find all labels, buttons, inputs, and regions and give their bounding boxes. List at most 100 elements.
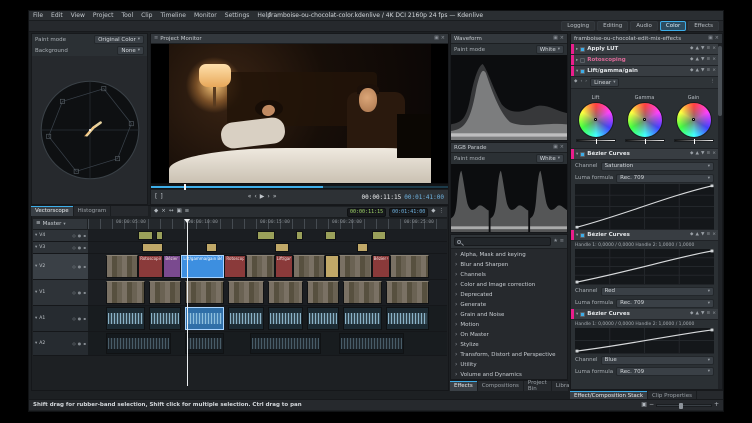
track-lane-v1[interactable] <box>88 280 447 306</box>
track-header-v2[interactable]: ▾V2◎●▪ <box>33 254 88 280</box>
effect-movedown-icon[interactable]: ▼ <box>701 58 704 63</box>
effect-moveup-icon[interactable]: ▲ <box>696 69 699 74</box>
track-target-icon[interactable]: ◎ <box>72 341 76 346</box>
curve1-channel-select[interactable]: Saturation ▾ <box>601 162 714 171</box>
effect-enable-checkbox[interactable] <box>580 47 585 52</box>
effect-delete-icon[interactable]: × <box>712 152 716 157</box>
track-header-v1[interactable]: ▾V1◎●▪ <box>33 280 88 306</box>
zone-out-icon[interactable]: ] <box>160 194 162 200</box>
prev-keyframe-icon[interactable]: ‹ <box>580 80 582 85</box>
effect-keyframes-icon[interactable]: ◆ <box>690 58 693 63</box>
workspace-editing-button[interactable]: Editing <box>597 21 628 31</box>
effect-stack-scrollbar[interactable] <box>718 44 722 389</box>
timeline-clip[interactable] <box>142 243 164 252</box>
effect-keyframes-icon[interactable]: ◆ <box>690 152 693 157</box>
track-target-icon[interactable]: ◎ <box>72 290 76 295</box>
timeline-clip[interactable] <box>268 307 304 330</box>
close-panel-icon[interactable]: × <box>560 145 564 150</box>
marker-icon[interactable]: ◆ <box>431 209 435 215</box>
frame-back-icon[interactable]: ‹ <box>254 194 256 200</box>
track-target-icon[interactable]: ◎ <box>72 264 76 269</box>
track-hide-icon[interactable]: ● <box>78 245 82 250</box>
timeline-clip[interactable] <box>268 281 304 304</box>
timeline-clip[interactable]: Rotoscoping <box>224 255 246 278</box>
track-lock-icon[interactable]: ▪ <box>83 290 86 295</box>
effect-moveup-icon[interactable]: ▲ <box>696 47 699 52</box>
effect-enable-checkbox[interactable] <box>580 152 585 157</box>
tab-vectorscope[interactable]: Vectorscope <box>31 206 74 216</box>
effects-category[interactable]: ›Color and Image correction <box>451 280 567 290</box>
timeline-clip[interactable] <box>246 255 275 278</box>
zoom-fit-icon[interactable]: ▣ <box>641 402 647 408</box>
expand-arrow-icon[interactable]: › <box>455 302 457 308</box>
curve2-channel-select[interactable]: Red ▾ <box>601 287 714 296</box>
track-lock-icon[interactable]: ▪ <box>83 245 86 250</box>
expand-arrow-icon[interactable]: › <box>455 282 457 288</box>
menu-tool[interactable]: Tool <box>117 11 137 21</box>
effects-category[interactable]: ›Deprecated <box>451 290 567 300</box>
curve2-luma-select[interactable]: Rec. 709 ▾ <box>616 299 714 308</box>
timeline-clip[interactable] <box>185 281 224 304</box>
timeline-clip[interactable] <box>106 333 171 354</box>
effect-menu-icon[interactable]: ≡ <box>706 58 710 63</box>
effect-menu-icon[interactable]: ≡ <box>706 233 710 238</box>
effect-keyframes-icon[interactable]: ◆ <box>690 47 693 52</box>
expand-arrow-icon[interactable]: › <box>455 352 457 358</box>
effect-delete-icon[interactable]: × <box>712 58 716 63</box>
spacer-tool-icon[interactable]: ↔ <box>169 209 174 215</box>
effects-category[interactable]: ›Alpha, Mask and keying <box>451 250 567 260</box>
timeline-clip[interactable] <box>185 333 224 354</box>
menu-monitor[interactable]: Monitor <box>190 11 221 21</box>
expand-arrow-icon[interactable]: › <box>455 252 457 258</box>
effects-category[interactable]: ›Grain and Noise <box>451 310 567 320</box>
collapse-arrow-icon[interactable]: ▾ <box>576 152 578 157</box>
effect-keyframes-icon[interactable]: ◆ <box>690 233 693 238</box>
track-lock-icon[interactable]: ▪ <box>83 264 86 269</box>
timeline-clip[interactable] <box>343 281 382 304</box>
keyframe-interp-select[interactable]: Linear ▾ <box>590 78 619 87</box>
timeline-clip[interactable] <box>296 231 303 240</box>
track-hide-icon[interactable]: ● <box>78 290 82 295</box>
track-target-icon[interactable]: ◎ <box>72 245 76 250</box>
track-mute-icon[interactable]: ● <box>78 316 82 321</box>
tab-effects[interactable]: Effects <box>450 381 478 391</box>
expand-arrow-icon[interactable]: › <box>455 292 457 298</box>
favorites-star-icon[interactable]: ★ <box>553 239 557 244</box>
float-panel-icon[interactable]: ▣ <box>434 36 439 41</box>
effect-menu-icon[interactable]: ≡ <box>706 69 710 74</box>
effect-moveup-icon[interactable]: ▲ <box>696 233 699 238</box>
monitor-seek-bar[interactable] <box>151 183 448 189</box>
effects-category[interactable]: ›Motion <box>451 320 567 330</box>
effect-movedown-icon[interactable]: ▼ <box>701 152 704 157</box>
track-lane-a2[interactable] <box>88 332 447 356</box>
expand-arrow-icon[interactable]: › <box>455 262 457 268</box>
color-wheel-disc[interactable] <box>676 102 712 138</box>
effect-enable-checkbox[interactable] <box>580 58 585 63</box>
track-header-a1[interactable]: ▾A1◎●▪ <box>33 306 88 332</box>
track-header-v3[interactable]: ▾V3◎●▪ <box>33 242 88 254</box>
monitor-video-area[interactable] <box>151 44 448 183</box>
timeline-clip[interactable] <box>149 281 181 304</box>
curve3-luma-select[interactable]: Rec. 709 ▾ <box>616 367 714 376</box>
timeline-clip[interactable] <box>106 307 145 330</box>
zoom-out-button[interactable]: − <box>649 402 654 408</box>
add-keyframe-icon[interactable]: ◆ <box>574 80 577 85</box>
go-start-icon[interactable]: « <box>248 194 252 200</box>
effect-movedown-icon[interactable]: ▼ <box>701 312 704 317</box>
tab-project-bin[interactable]: Project Bin <box>524 381 552 391</box>
effect-enable-checkbox[interactable] <box>580 233 585 238</box>
razor-tool-icon[interactable]: × <box>161 209 166 215</box>
effects-category[interactable]: ›Utility <box>451 360 567 370</box>
wheel-value-slider[interactable] <box>576 139 616 142</box>
expand-arrow-icon[interactable]: › <box>455 272 457 278</box>
curve3-editor[interactable] <box>575 328 714 354</box>
track-header-a2[interactable]: ▾A2◎●▪ <box>33 332 88 356</box>
workspace-effects-button[interactable]: Effects <box>688 21 719 31</box>
effect-movedown-icon[interactable]: ▼ <box>701 233 704 238</box>
effect-apply-lut-header[interactable]: ▸ Apply LUT ◆ ▲ ▼ ≡ × <box>571 44 718 55</box>
track-expand-icon[interactable]: ▾ <box>35 245 37 250</box>
track-target-icon[interactable]: ◎ <box>72 316 76 321</box>
zoom-slider[interactable] <box>656 404 712 407</box>
track-hide-icon[interactable]: ● <box>78 264 82 269</box>
timeline-playhead[interactable] <box>187 219 188 386</box>
